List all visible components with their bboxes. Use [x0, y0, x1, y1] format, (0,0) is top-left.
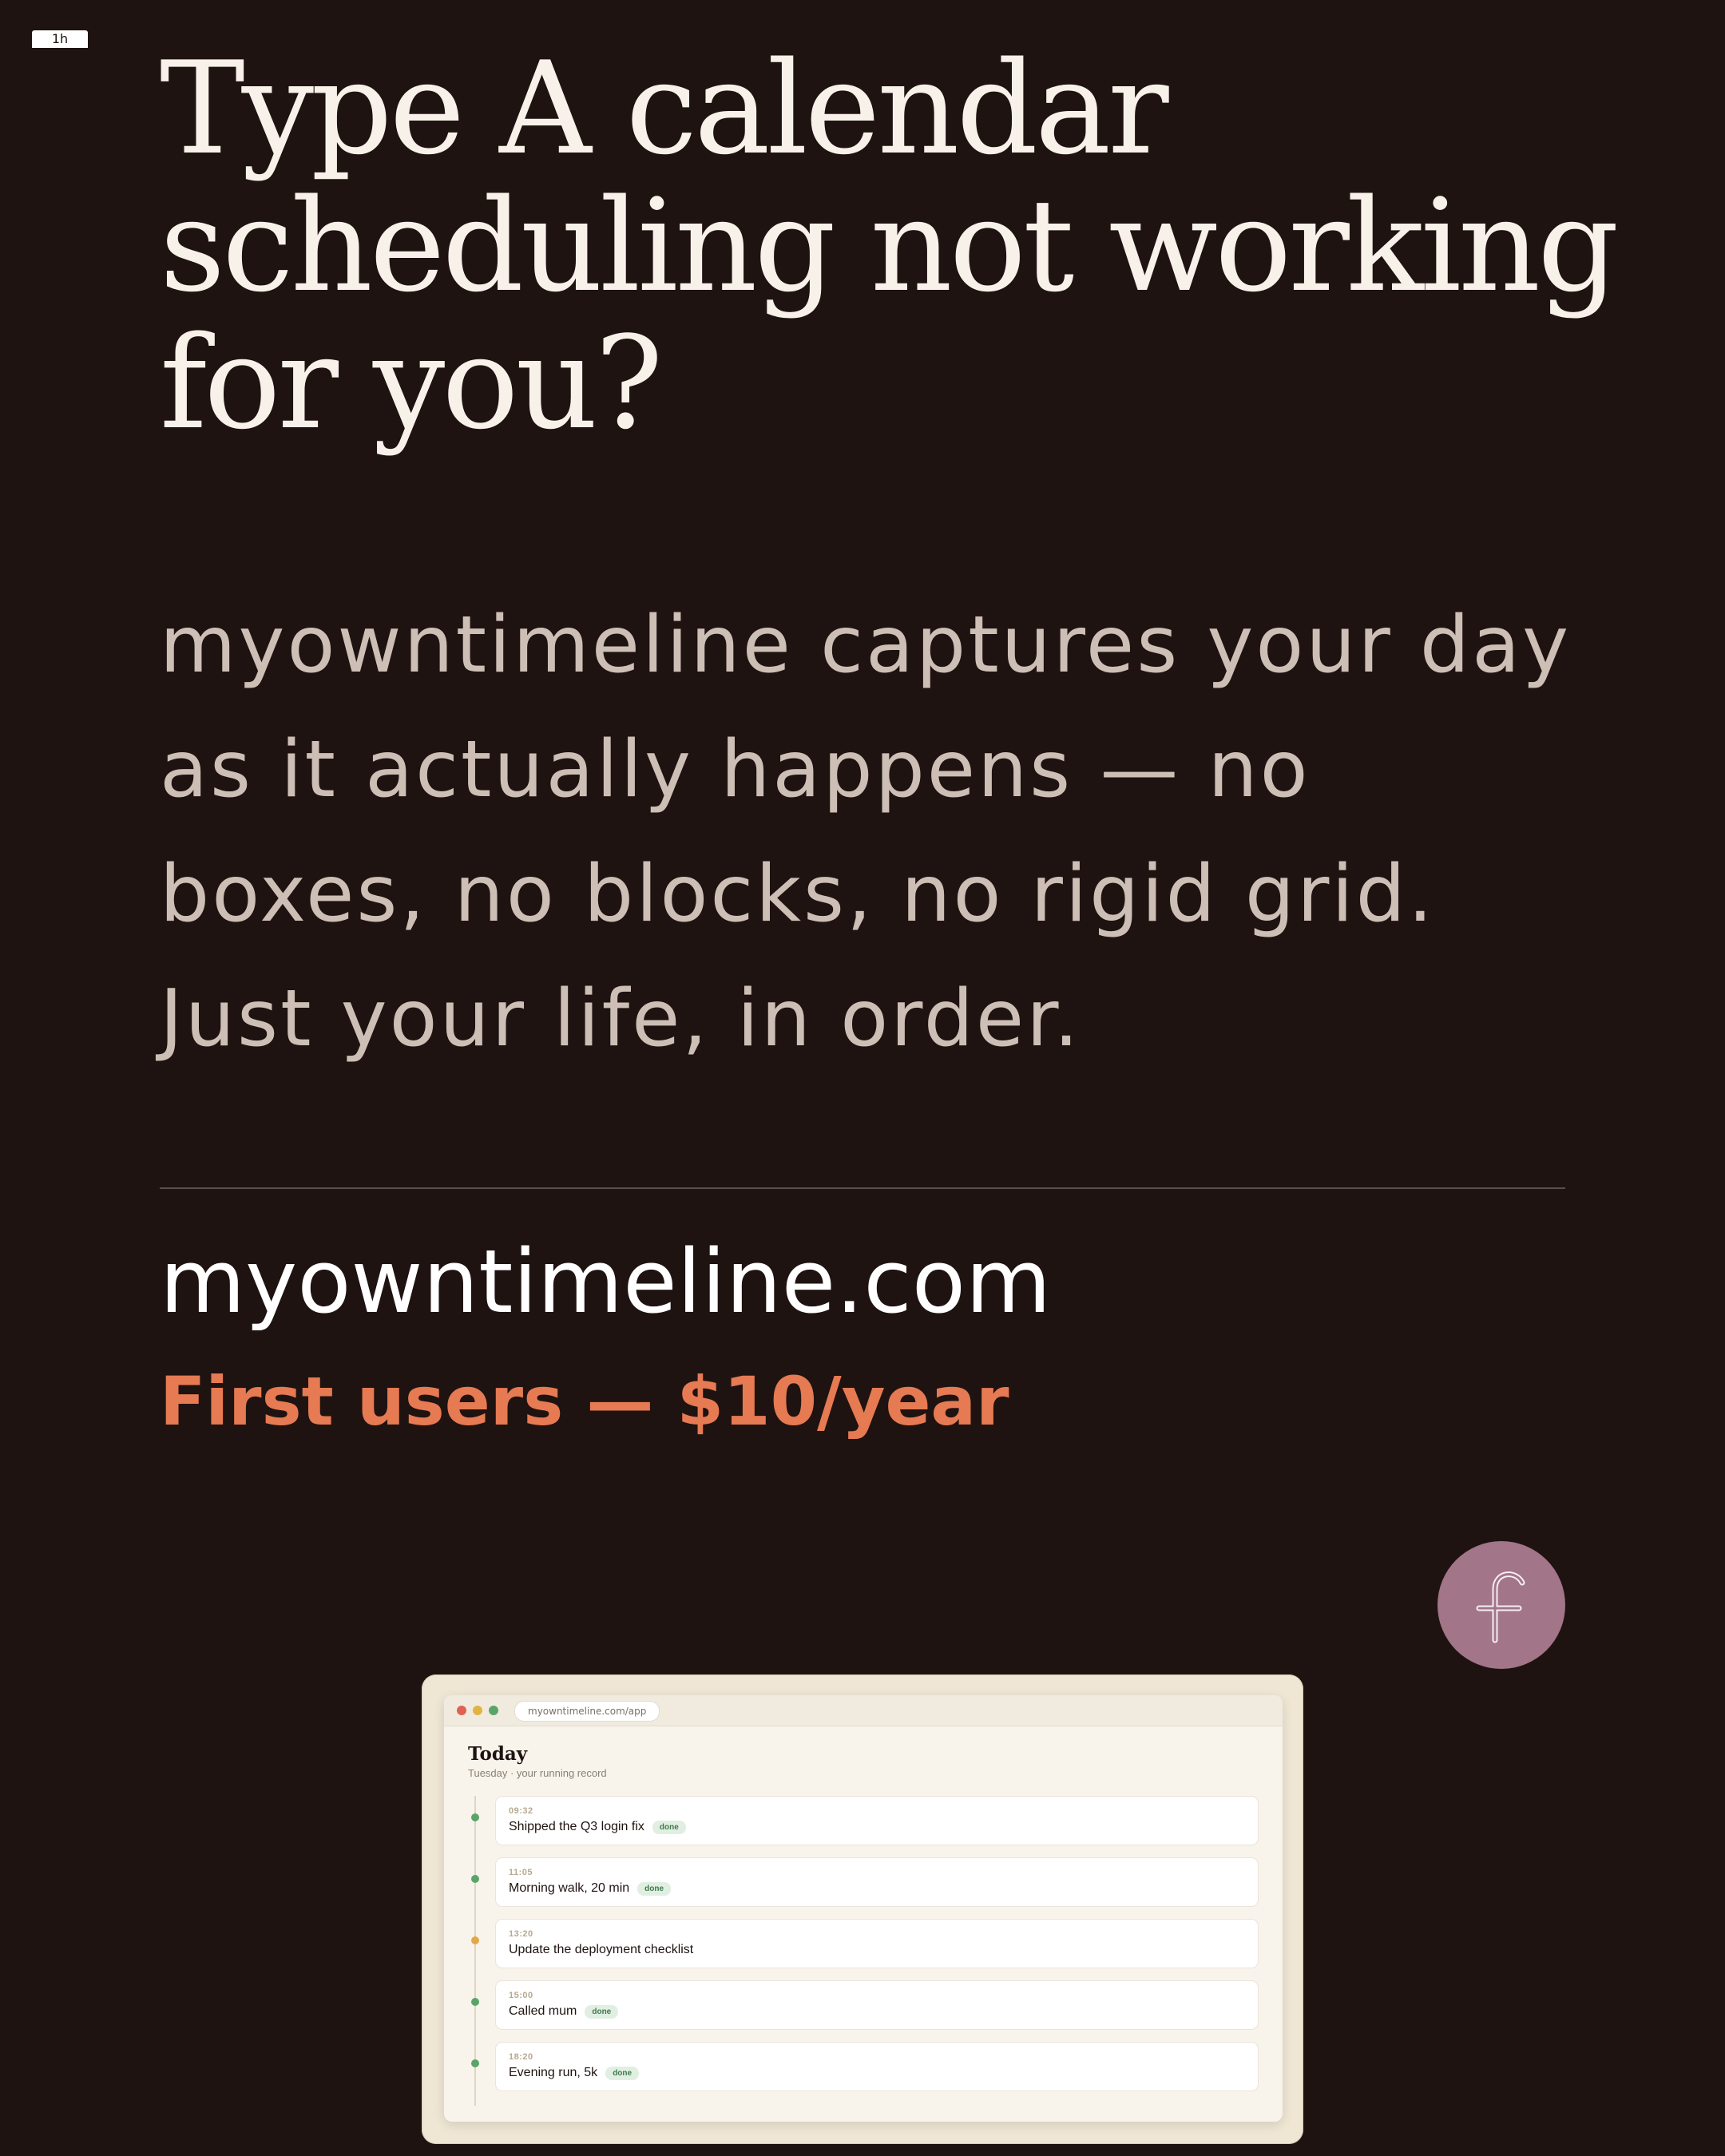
body-line: as it actually happens — no: [160, 724, 1311, 815]
day-subtitle: Tuesday · your running record: [468, 1767, 607, 1779]
day-title: Today: [468, 1743, 528, 1765]
entry-time: 11:05: [509, 1868, 533, 1877]
status-dot: [471, 1936, 479, 1944]
close-dot: [457, 1706, 466, 1715]
entry-time: 15:00: [509, 1991, 533, 2000]
entry-text-row: Shipped the Q3 login fix done: [509, 1820, 686, 1834]
divider: [160, 1187, 1565, 1189]
status-dot: [471, 1998, 479, 2006]
status-badge: done: [652, 1820, 686, 1834]
status-dot: [471, 1875, 479, 1883]
entry-time: 09:32: [509, 1806, 533, 1816]
url-bar: myowntimeline.com/app: [514, 1701, 660, 1722]
entry-card[interactable]: 09:32 Shipped the Q3 login fix done: [495, 1796, 1259, 1845]
pricing-offer: First users — $10/year: [160, 1362, 1009, 1441]
headline-line: Type A calendar: [160, 34, 1169, 183]
entry-text-row: Morning walk, 20 min done: [509, 1881, 672, 1896]
timeline-entry[interactable]: 13:20 Update the deployment checklist: [444, 1919, 1283, 1970]
entry-card[interactable]: 11:05 Morning walk, 20 min done: [495, 1857, 1259, 1907]
entry-text-row: Called mum done: [509, 2004, 619, 2019]
entry-card[interactable]: 18:20 Evening run, 5k done: [495, 2042, 1259, 2091]
maximize-dot: [489, 1706, 498, 1715]
timeline-entry[interactable]: 11:05 Morning walk, 20 min done: [444, 1857, 1283, 1908]
entry-text-row: Update the deployment checklist: [509, 1943, 693, 1957]
headline: Type A calendar scheduling not working f…: [160, 34, 1619, 458]
status-dot: [471, 2059, 479, 2067]
status-dot: [471, 1813, 479, 1821]
app-preview: myowntimeline.com/app Today Tuesday · yo…: [422, 1674, 1303, 2144]
body-line: myowntimeline captures your day: [160, 600, 1572, 691]
body-line: boxes, no blocks, no rigid grid.: [160, 849, 1436, 940]
minimize-dot: [473, 1706, 482, 1715]
entry-label: Evening run, 5k: [509, 2066, 598, 2079]
status-badge: done: [585, 2004, 619, 2019]
headline-line: for you?: [160, 308, 663, 458]
entry-label: Morning walk, 20 min: [509, 1881, 630, 1895]
headline-line: scheduling not working: [160, 171, 1619, 320]
entry-text-row: Evening run, 5k done: [509, 2066, 640, 2080]
timeline-entry[interactable]: 18:20 Evening run, 5k done: [444, 2042, 1283, 2093]
window-titlebar: myowntimeline.com/app: [444, 1695, 1283, 1726]
domain-link[interactable]: myowntimeline.com: [160, 1222, 1051, 1342]
status-badge: done: [637, 1881, 672, 1896]
entry-time: 13:20: [509, 1929, 533, 1939]
script-f-icon: [1476, 1571, 1525, 1643]
corner-tab: 1h: [32, 30, 88, 48]
timeline-entry[interactable]: 09:32 Shipped the Q3 login fix done: [444, 1796, 1283, 1847]
body-copy: myowntimeline captures your day as it ac…: [160, 583, 1597, 1081]
app-window: myowntimeline.com/app Today Tuesday · yo…: [444, 1695, 1283, 2122]
timeline-entry[interactable]: 15:00 Called mum done: [444, 1980, 1283, 2031]
entry-label: Called mum: [509, 2004, 577, 2018]
entry-label: Shipped the Q3 login fix: [509, 1820, 644, 1833]
status-badge: done: [605, 2066, 640, 2080]
avatar[interactable]: [1438, 1541, 1565, 1669]
entry-card[interactable]: 15:00 Called mum done: [495, 1980, 1259, 2030]
body-line: Just your life, in order.: [160, 973, 1081, 1064]
entry-label: Update the deployment checklist: [509, 1943, 694, 1956]
entry-time: 18:20: [509, 2052, 533, 2062]
entry-card[interactable]: 13:20 Update the deployment checklist: [495, 1919, 1259, 1968]
